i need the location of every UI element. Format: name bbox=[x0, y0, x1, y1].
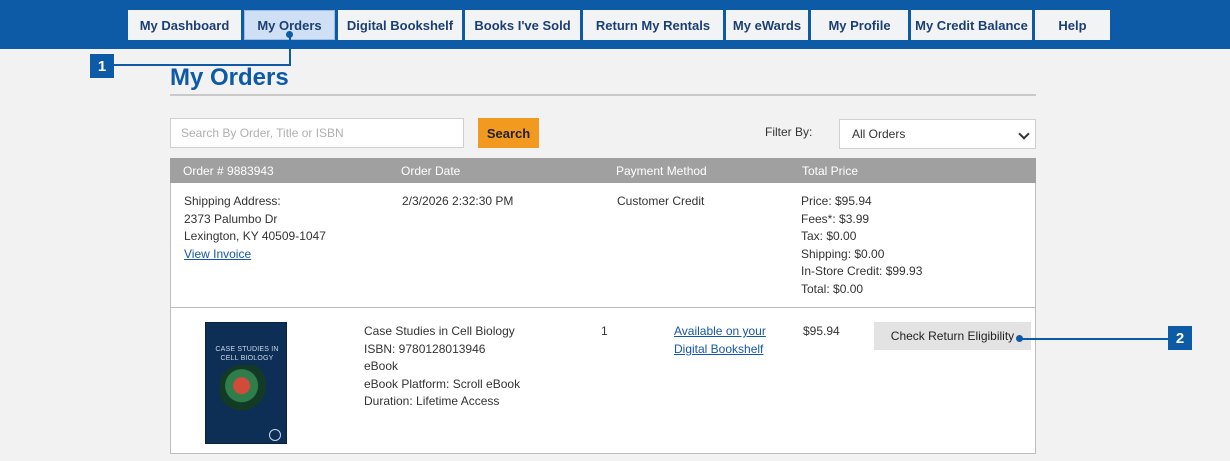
search-input[interactable]: Search By Order, Title or ISBN bbox=[170, 118, 464, 148]
item-title: Case Studies in Cell Biology bbox=[364, 324, 515, 338]
digital-bookshelf-link[interactable]: Available on your Digital Bookshelf bbox=[674, 323, 766, 358]
item-platform: eBook Platform: Scroll eBook bbox=[364, 376, 521, 391]
shipping-line-1: 2373 Palumbo Dr bbox=[184, 211, 278, 226]
item-isbn: ISBN: 9780128013946 bbox=[364, 341, 486, 356]
filter-selected-value: All Orders bbox=[852, 127, 906, 141]
filter-label: Filter By: bbox=[765, 125, 813, 139]
item-price: $95.94 bbox=[803, 324, 840, 338]
callout-2-badge: 2 bbox=[1168, 326, 1192, 350]
nav-my-dashboard[interactable]: My Dashboard bbox=[128, 10, 241, 40]
nav-my-credit-balance[interactable]: My Credit Balance bbox=[911, 10, 1032, 40]
order-number: Order # 9883943 bbox=[183, 164, 274, 178]
shipping-address: Shipping Address: 2373 Palumbo Dr Lexing… bbox=[184, 193, 326, 263]
in-store-credit-line: In-Store Credit: $99.93 bbox=[801, 264, 923, 279]
nav-my-ewards[interactable]: My eWards bbox=[726, 10, 808, 40]
order-divider bbox=[171, 307, 1035, 308]
search-button[interactable]: Search bbox=[478, 118, 539, 148]
total-line: Total: $0.00 bbox=[801, 281, 864, 296]
price-line: Price: $95.94 bbox=[801, 194, 872, 208]
view-invoice-link[interactable]: View Invoice bbox=[184, 246, 326, 264]
header-order-date: Order Date bbox=[401, 164, 461, 178]
publisher-logo-icon bbox=[269, 429, 281, 441]
header-payment-method: Payment Method bbox=[616, 164, 707, 178]
nav-books-ive-sold[interactable]: Books I've Sold bbox=[465, 10, 580, 40]
shipping-label: Shipping Address: bbox=[184, 194, 281, 208]
item-format: eBook bbox=[364, 359, 399, 374]
shipping-cost-line: Shipping: $0.00 bbox=[801, 246, 885, 261]
nav-return-my-rentals[interactable]: Return My Rentals bbox=[583, 10, 723, 40]
book-cover-art bbox=[220, 365, 274, 411]
check-return-eligibility-button[interactable]: Check Return Eligibility bbox=[874, 322, 1031, 350]
filter-select[interactable]: All Orders bbox=[839, 119, 1036, 149]
callout-1-badge: 1 bbox=[90, 54, 114, 78]
chevron-down-icon bbox=[1018, 128, 1030, 140]
shipping-line-2: Lexington, KY 40509-1047 bbox=[184, 229, 326, 244]
item-details: Case Studies in Cell Biology ISBN: 97801… bbox=[364, 323, 520, 411]
availability-link-line-1[interactable]: Available on your bbox=[674, 323, 766, 341]
tax-line: Tax: $0.00 bbox=[801, 229, 857, 244]
title-divider bbox=[170, 94, 1036, 96]
callout-1-line-vertical bbox=[289, 35, 291, 65]
nav-digital-bookshelf[interactable]: Digital Bookshelf bbox=[338, 10, 462, 40]
callout-2-line bbox=[1020, 338, 1168, 340]
availability-link-line-2[interactable]: Digital Bookshelf bbox=[674, 341, 766, 359]
payment-method-value: Customer Credit bbox=[617, 194, 705, 208]
page-title: My Orders bbox=[170, 64, 289, 91]
nav-my-profile[interactable]: My Profile bbox=[811, 10, 908, 40]
main-nav: My Dashboard My Orders Digital Bookshelf… bbox=[128, 10, 1110, 40]
header-total-price: Total Price bbox=[802, 164, 859, 178]
fees-line: Fees*: $3.99 bbox=[801, 211, 870, 226]
order-table-header: Order # 9883943 Order Date Payment Metho… bbox=[170, 158, 1036, 183]
order-date-value: 2/3/2026 2:32:30 PM bbox=[402, 194, 514, 208]
price-breakdown: Price: $95.94 Fees*: $3.99 Tax: $0.00 Sh… bbox=[801, 193, 922, 299]
item-quantity: 1 bbox=[601, 324, 608, 338]
order-card: Shipping Address: 2373 Palumbo Dr Lexing… bbox=[170, 183, 1036, 454]
item-duration: Duration: Lifetime Access bbox=[364, 394, 500, 409]
nav-help[interactable]: Help bbox=[1035, 10, 1110, 40]
book-cover-image: CASE STUDIES IN CELL BIOLOGY bbox=[205, 322, 287, 444]
book-cover-title: CASE STUDIES IN CELL BIOLOGY bbox=[215, 346, 279, 362]
